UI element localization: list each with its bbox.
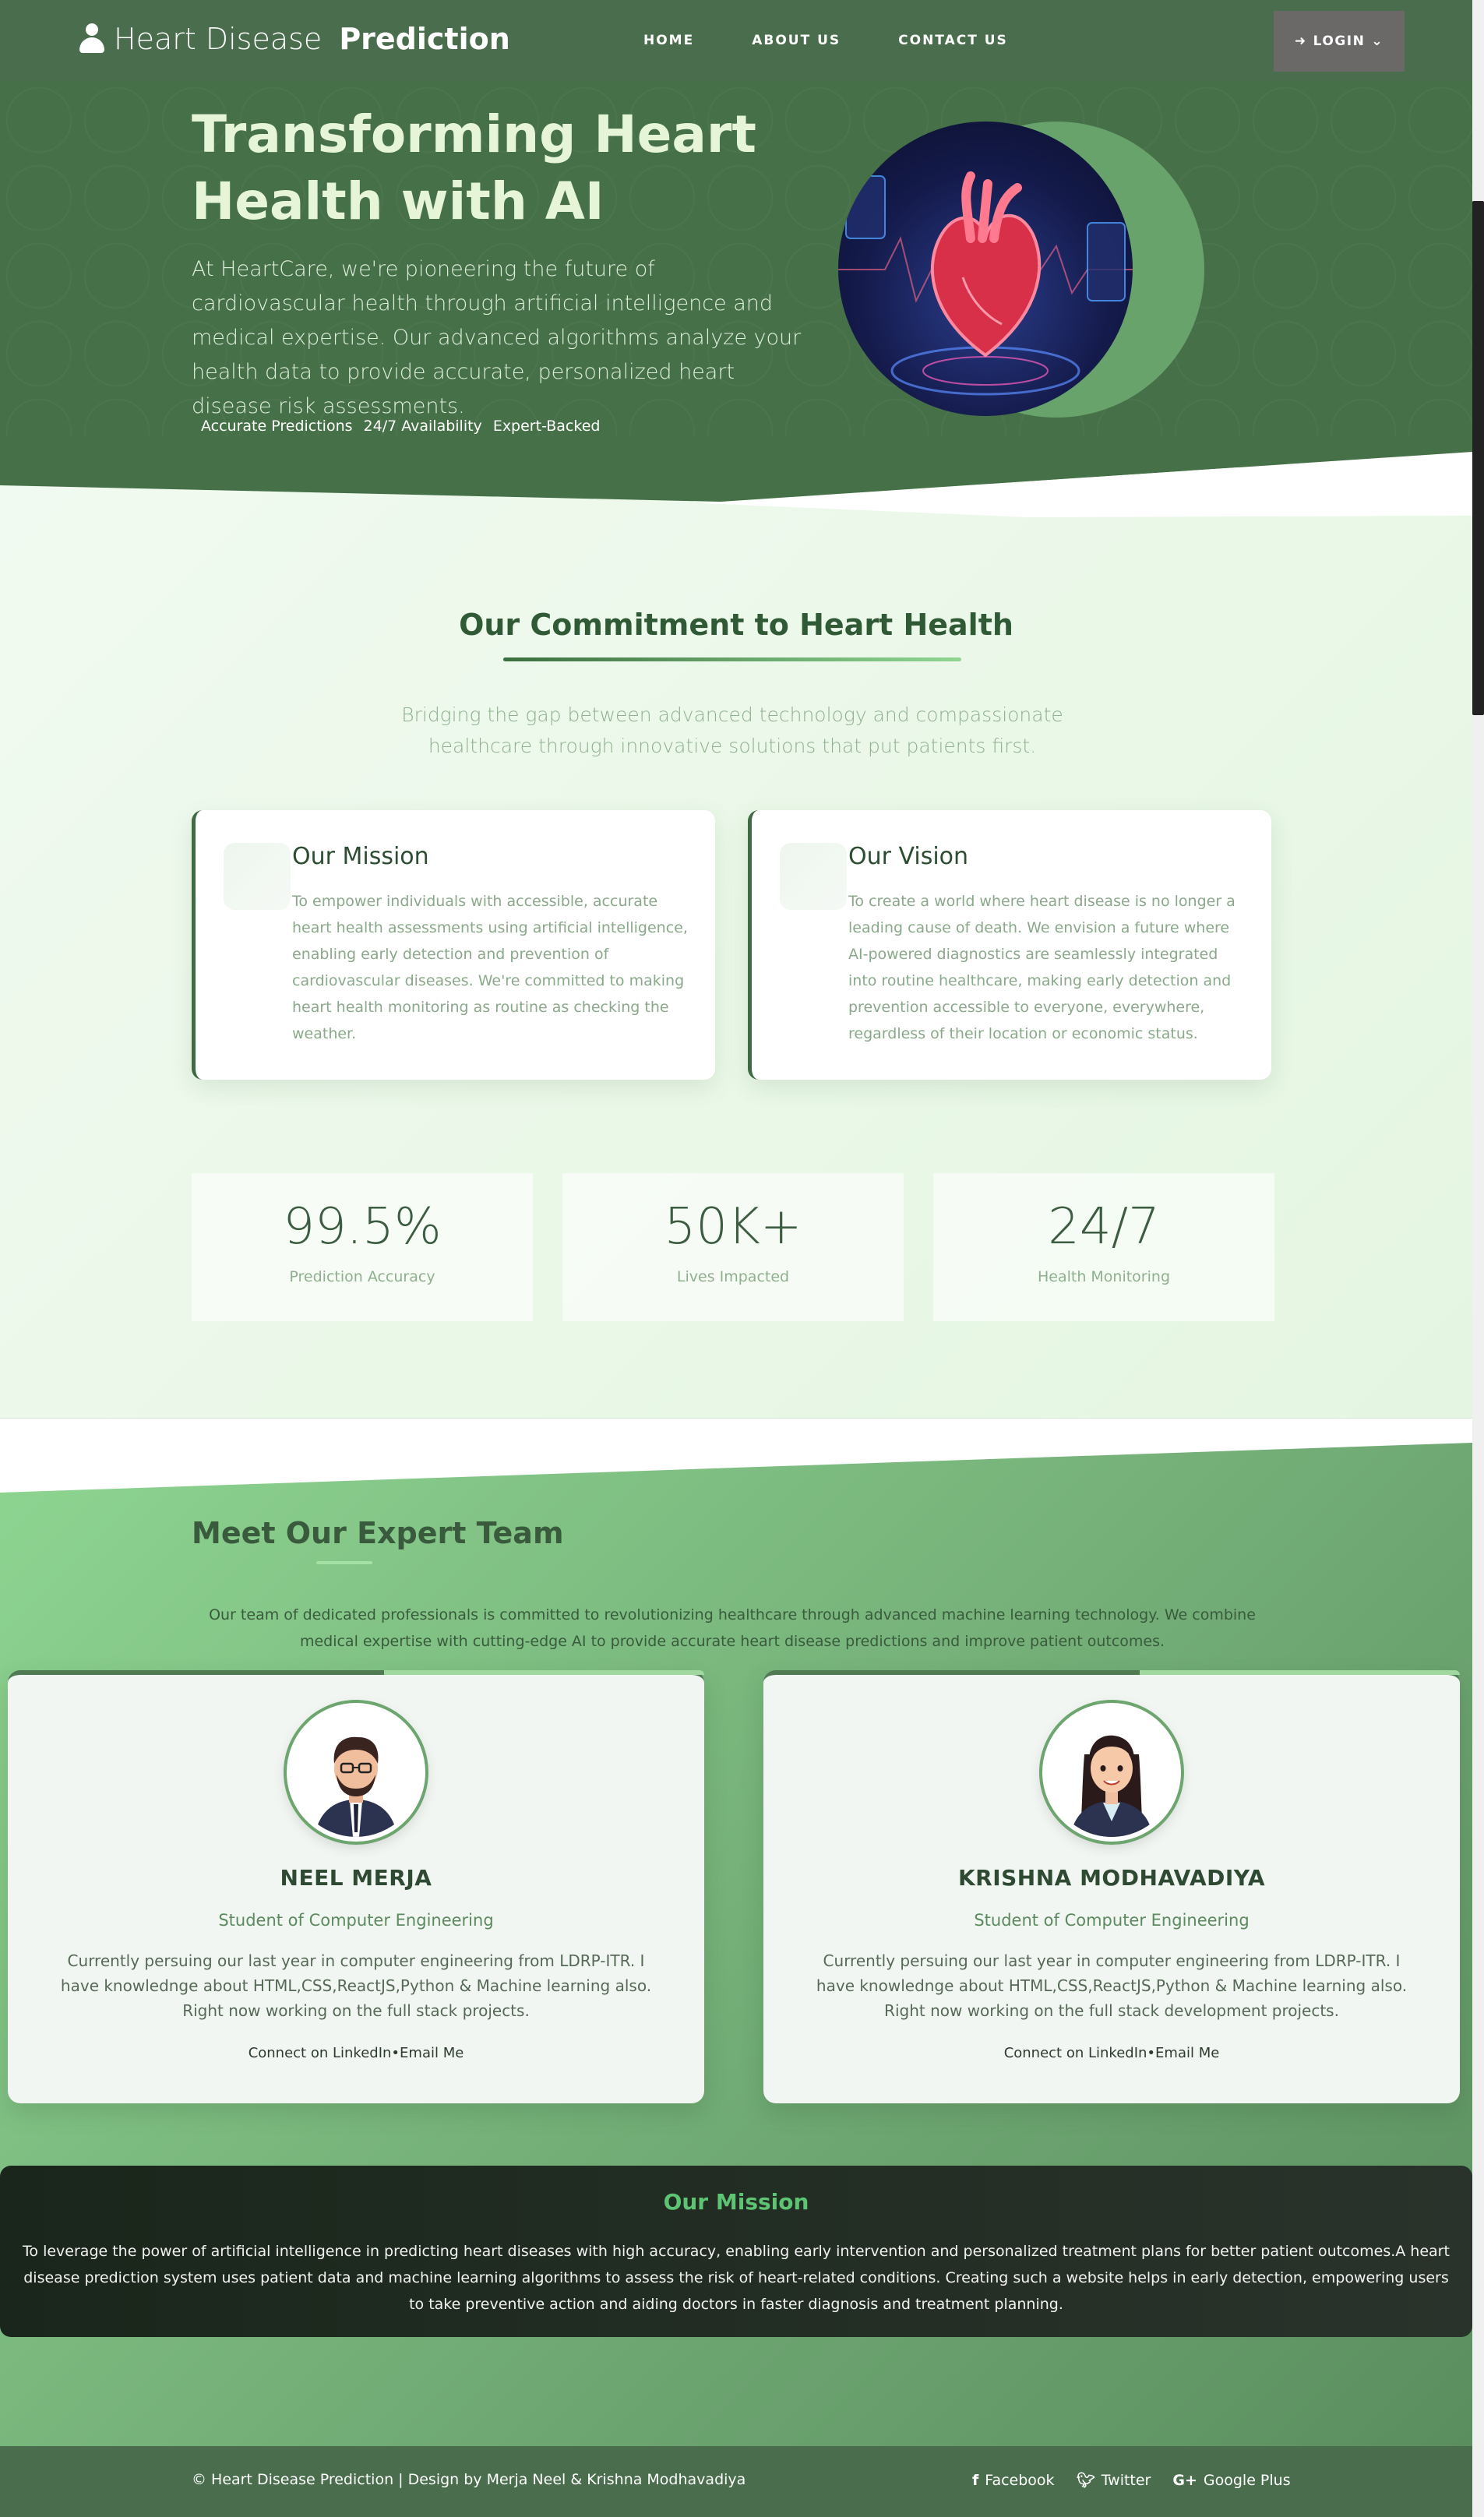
login-button[interactable]: ➜ LOGIN ⌄ bbox=[1274, 11, 1405, 72]
member-role: Student of Computer Engineering bbox=[974, 1911, 1250, 1930]
twitter-link[interactable]: 🐦︎ Twitter bbox=[1076, 2471, 1151, 2490]
google-plus-icon: G+ bbox=[1172, 2471, 1197, 2489]
nav-about-link[interactable]: ABOUT US bbox=[752, 33, 841, 48]
hero-text: At HeartCare, we're pioneering the futur… bbox=[192, 257, 802, 418]
google-plus-label: Google Plus bbox=[1203, 2471, 1291, 2489]
facebook-link[interactable]: f Facebook bbox=[972, 2471, 1055, 2489]
hero-tag: 24/7 Availability bbox=[363, 418, 482, 435]
stat-value: 24/7 bbox=[1048, 1198, 1160, 1256]
card-title: Our Vision bbox=[848, 843, 969, 870]
stat-value: 50K+ bbox=[664, 1198, 802, 1256]
member-role: Student of Computer Engineering bbox=[218, 1911, 494, 1930]
heart-illustration bbox=[838, 122, 1133, 416]
target-icon bbox=[224, 843, 291, 910]
avatar bbox=[1042, 1703, 1181, 1842]
team-title: Meet Our Expert Team bbox=[192, 1516, 564, 1550]
facebook-label: Facebook bbox=[985, 2471, 1055, 2489]
google-plus-link[interactable]: G+ Google Plus bbox=[1172, 2471, 1290, 2489]
nav-links: HOME ABOUT US CONTACT US bbox=[643, 33, 1008, 48]
commitment-subtitle: Bridging the gap between advanced techno… bbox=[401, 703, 1063, 757]
stat-label: Lives Impacted bbox=[676, 1268, 790, 1285]
nav-home-link[interactable]: HOME bbox=[643, 33, 694, 48]
sign-in-icon: ➜ bbox=[1294, 33, 1307, 49]
doctor-icon bbox=[78, 22, 106, 56]
mission-text: To leverage the power of artificial inte… bbox=[23, 2243, 1450, 2313]
stat-label: Prediction Accuracy bbox=[289, 1268, 435, 1285]
stat-value: 99.5% bbox=[283, 1198, 442, 1256]
footer: © Heart Disease Prediction | Design by M… bbox=[0, 2446, 1472, 2517]
team-member-card: KRISHNA MODHAVADIYA Student of Computer … bbox=[763, 1670, 1460, 2103]
hero-tag: Accurate Predictions bbox=[201, 418, 353, 435]
member-description: Currently persuing our last year in comp… bbox=[816, 1951, 1408, 2020]
mission-title: Our Mission bbox=[663, 2189, 809, 2215]
card-text: To empower individuals with accessible, … bbox=[292, 893, 688, 1042]
commitment-title: Our Commitment to Heart Health bbox=[459, 608, 1013, 642]
member-name: NEEL MERJA bbox=[280, 1865, 432, 1891]
vision-card: Our Vision To create a world where heart… bbox=[748, 810, 1271, 1080]
team-diagonal-divider bbox=[0, 1418, 1472, 1493]
mission-box: Our Mission To leverage the power of art… bbox=[0, 2166, 1472, 2337]
stat-monitoring: 24/7 Health Monitoring bbox=[933, 1173, 1274, 1321]
member-name: KRISHNA MODHAVADIYA bbox=[957, 1865, 1266, 1891]
navbar: Heart Disease Prediction HOME ABOUT US C… bbox=[0, 0, 1472, 81]
team-subtitle: Our team of dedicated professionals is c… bbox=[209, 1606, 1256, 1650]
stat-accuracy: 99.5% Prediction Accuracy bbox=[192, 1173, 533, 1321]
team-member-card: NEEL MERJA Student of Computer Engineeri… bbox=[8, 1670, 704, 2103]
eye-icon bbox=[780, 843, 847, 910]
brand-text-light: Heart Disease bbox=[114, 22, 323, 56]
footer-social-links: f Facebook 🐦︎ Twitter G+ Google Plus bbox=[972, 2471, 1291, 2490]
card-text: To create a world where heart disease is… bbox=[848, 893, 1235, 1042]
hero-tag: Expert-Backed bbox=[492, 418, 601, 435]
member-description: Currently persuing our last year in comp… bbox=[60, 1951, 652, 2020]
title-underline bbox=[503, 657, 961, 661]
team-title-underline bbox=[316, 1561, 372, 1564]
scrollbar-thumb[interactable] bbox=[1472, 201, 1484, 715]
member-contact-links[interactable]: Connect on LinkedIn•Email Me bbox=[763, 2045, 1460, 2061]
hero-tags: Accurate Predictions 24/7 Availability E… bbox=[201, 418, 600, 435]
hero-diagonal-divider bbox=[0, 436, 1472, 517]
avatar bbox=[287, 1703, 425, 1842]
stat-lives: 50K+ Lives Impacted bbox=[562, 1173, 904, 1321]
login-label: LOGIN bbox=[1313, 33, 1366, 49]
brand-logo[interactable]: Heart Disease Prediction bbox=[78, 22, 510, 56]
member-contact-links[interactable]: Connect on LinkedIn•Email Me bbox=[8, 2045, 704, 2061]
brand-text-bold: Prediction bbox=[339, 22, 510, 56]
twitter-icon: 🐦︎ bbox=[1076, 2472, 1095, 2489]
hero-title: Transforming Heart Health with AI bbox=[192, 104, 756, 231]
twitter-label: Twitter bbox=[1101, 2471, 1151, 2489]
mission-card: Our Mission To empower individuals with … bbox=[192, 810, 715, 1080]
card-title: Our Mission bbox=[292, 843, 429, 870]
nav-contact-link[interactable]: CONTACT US bbox=[898, 33, 1008, 48]
stat-label: Health Monitoring bbox=[1037, 1268, 1171, 1285]
chevron-down-icon: ⌄ bbox=[1371, 33, 1384, 49]
footer-copyright: © Heart Disease Prediction | Design by M… bbox=[192, 2471, 746, 2488]
facebook-icon: f bbox=[972, 2471, 979, 2489]
